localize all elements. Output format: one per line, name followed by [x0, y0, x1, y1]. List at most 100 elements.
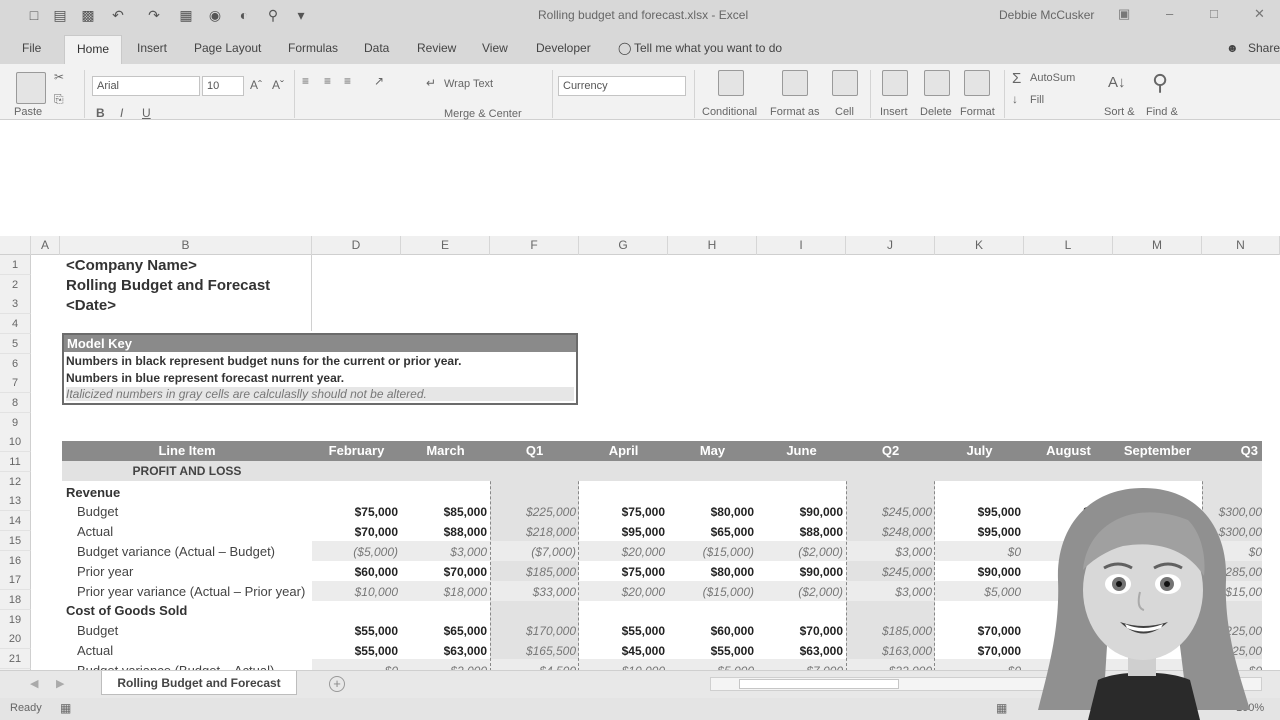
- ribbon-display-icon[interactable]: ▣: [1118, 6, 1130, 22]
- tab-formulas[interactable]: Formulas: [288, 41, 338, 55]
- column-header[interactable]: H: [668, 236, 757, 255]
- row-label[interactable]: Actual: [77, 643, 113, 658]
- row-header[interactable]: 8: [0, 392, 31, 413]
- table-cell[interactable]: $170,000: [490, 624, 576, 638]
- tab-home[interactable]: Home: [64, 35, 123, 65]
- new-file-icon[interactable]: □: [26, 7, 42, 23]
- open-folder-icon[interactable]: ▤: [52, 7, 68, 23]
- tab-file[interactable]: File: [22, 41, 41, 55]
- sort-filter-button[interactable]: Sort &: [1104, 106, 1135, 118]
- table-cell[interactable]: $0: [935, 545, 1021, 559]
- column-header[interactable]: L: [1024, 236, 1113, 255]
- table-cell[interactable]: $3,000: [846, 585, 932, 599]
- table-cell[interactable]: $80,000: [668, 505, 754, 519]
- row-label[interactable]: Budget: [77, 623, 118, 638]
- merge-center-button[interactable]: Merge & Center: [444, 108, 522, 120]
- row-header[interactable]: 16: [0, 550, 31, 571]
- conditional-formatting-button[interactable]: Conditional: [702, 106, 757, 118]
- align-top-icon[interactable]: ≡: [302, 74, 309, 88]
- row-label[interactable]: Prior year variance (Actual – Prior year…: [77, 584, 305, 599]
- table-cell[interactable]: $95,000: [935, 505, 1021, 519]
- share-button[interactable]: Share: [1248, 41, 1280, 55]
- format-as-table-icon[interactable]: [782, 70, 808, 96]
- orientation-icon[interactable]: ↗: [374, 74, 384, 88]
- date-cell[interactable]: <Date>: [66, 297, 116, 314]
- tab-developer[interactable]: Developer: [536, 41, 591, 55]
- row-label[interactable]: Prior year: [77, 564, 133, 579]
- prev-sheet-icon[interactable]: ◀: [30, 677, 38, 690]
- table-cell[interactable]: ($15,000): [668, 545, 754, 559]
- table-cell[interactable]: $165,500: [490, 644, 576, 658]
- column-header[interactable]: K: [935, 236, 1024, 255]
- row-label[interactable]: Budget variance (Actual – Budget): [77, 544, 275, 559]
- revenue-section-label[interactable]: Revenue: [66, 485, 120, 500]
- table-cell[interactable]: $90,000: [757, 505, 843, 519]
- format-as-table-button[interactable]: Format as: [770, 106, 820, 118]
- cell-styles-button[interactable]: Cell: [835, 106, 854, 118]
- customize-toolbar-icon[interactable]: ▾: [293, 7, 309, 23]
- table-cell[interactable]: $60,000: [312, 565, 398, 579]
- row-label[interactable]: Actual: [77, 524, 113, 539]
- table-cell[interactable]: $185,000: [846, 624, 932, 638]
- table-cell[interactable]: $163,000: [846, 644, 932, 658]
- table-cell[interactable]: $70,000: [935, 644, 1021, 658]
- column-header[interactable]: I: [757, 236, 846, 255]
- tab-review[interactable]: Review: [417, 41, 456, 55]
- table-cell[interactable]: $10,000: [312, 585, 398, 599]
- format-cells-icon[interactable]: [964, 70, 990, 96]
- table-cell[interactable]: $75,000: [312, 505, 398, 519]
- insert-cells-icon[interactable]: [882, 70, 908, 96]
- table-cell[interactable]: ($2,000): [757, 585, 843, 599]
- row-label[interactable]: Budget variance (Budget – Actual): [77, 663, 274, 670]
- increase-font-icon[interactable]: Aˆ: [250, 78, 262, 92]
- minimize-icon[interactable]: –: [1166, 6, 1173, 21]
- row-header[interactable]: 17: [0, 570, 31, 591]
- table-cell[interactable]: ($7,000): [490, 545, 576, 559]
- row-header[interactable]: 15: [0, 530, 31, 551]
- row-header[interactable]: 3: [0, 294, 31, 315]
- find-select-icon[interactable]: ⚲: [1152, 70, 1168, 96]
- column-header[interactable]: B: [60, 236, 312, 255]
- table-cell[interactable]: $85,000: [401, 505, 487, 519]
- table-cell[interactable]: $75,000: [579, 505, 665, 519]
- delete-cells-icon[interactable]: [924, 70, 950, 96]
- user-name[interactable]: Debbie McCusker: [999, 8, 1094, 22]
- row-header[interactable]: 2: [0, 274, 31, 295]
- table-cell[interactable]: $63,000: [757, 644, 843, 658]
- row-header[interactable]: 19: [0, 609, 31, 630]
- row-header[interactable]: 6: [0, 353, 31, 374]
- column-header[interactable]: N: [1202, 236, 1280, 255]
- delete-cells-button[interactable]: Delete: [920, 106, 952, 118]
- table-cell[interactable]: $90,000: [757, 565, 843, 579]
- row-header[interactable]: 10: [0, 432, 31, 453]
- wrap-text-button[interactable]: Wrap Text: [444, 78, 493, 90]
- table-cell[interactable]: $70,000: [312, 525, 398, 539]
- conditional-formatting-icon[interactable]: [718, 70, 744, 96]
- table-cell[interactable]: $225,000: [490, 505, 576, 519]
- table-cell[interactable]: $70,000: [401, 565, 487, 579]
- scrollbar-thumb[interactable]: [739, 679, 899, 689]
- bold-icon[interactable]: B: [96, 106, 105, 120]
- row-header[interactable]: 13: [0, 491, 31, 512]
- table-cell[interactable]: $245,000: [846, 565, 932, 579]
- format-cells-button[interactable]: Format: [960, 106, 995, 118]
- column-header[interactable]: A: [31, 236, 60, 255]
- decrease-font-icon[interactable]: Aˇ: [272, 78, 284, 92]
- maximize-icon[interactable]: □: [1210, 6, 1218, 21]
- autosum-button[interactable]: AutoSum: [1030, 72, 1075, 84]
- table-cell[interactable]: $60,000: [668, 624, 754, 638]
- fill-button[interactable]: Fill: [1030, 94, 1044, 106]
- table-cell[interactable]: $20,000: [579, 585, 665, 599]
- table-cell[interactable]: $95,000: [935, 525, 1021, 539]
- column-header[interactable]: J: [846, 236, 935, 255]
- row-header[interactable]: 20: [0, 629, 31, 650]
- table-cell[interactable]: ($15,000): [668, 585, 754, 599]
- column-header[interactable]: D: [312, 236, 401, 255]
- close-icon[interactable]: ✕: [1254, 6, 1265, 22]
- table-cell[interactable]: $20,000: [579, 545, 665, 559]
- company-name-cell[interactable]: <Company Name>: [66, 257, 197, 274]
- screenshot-icon[interactable]: ▦: [178, 7, 194, 23]
- row-header[interactable]: 4: [0, 314, 31, 335]
- table-cell[interactable]: $90,000: [935, 565, 1021, 579]
- table-cell[interactable]: $55,000: [579, 624, 665, 638]
